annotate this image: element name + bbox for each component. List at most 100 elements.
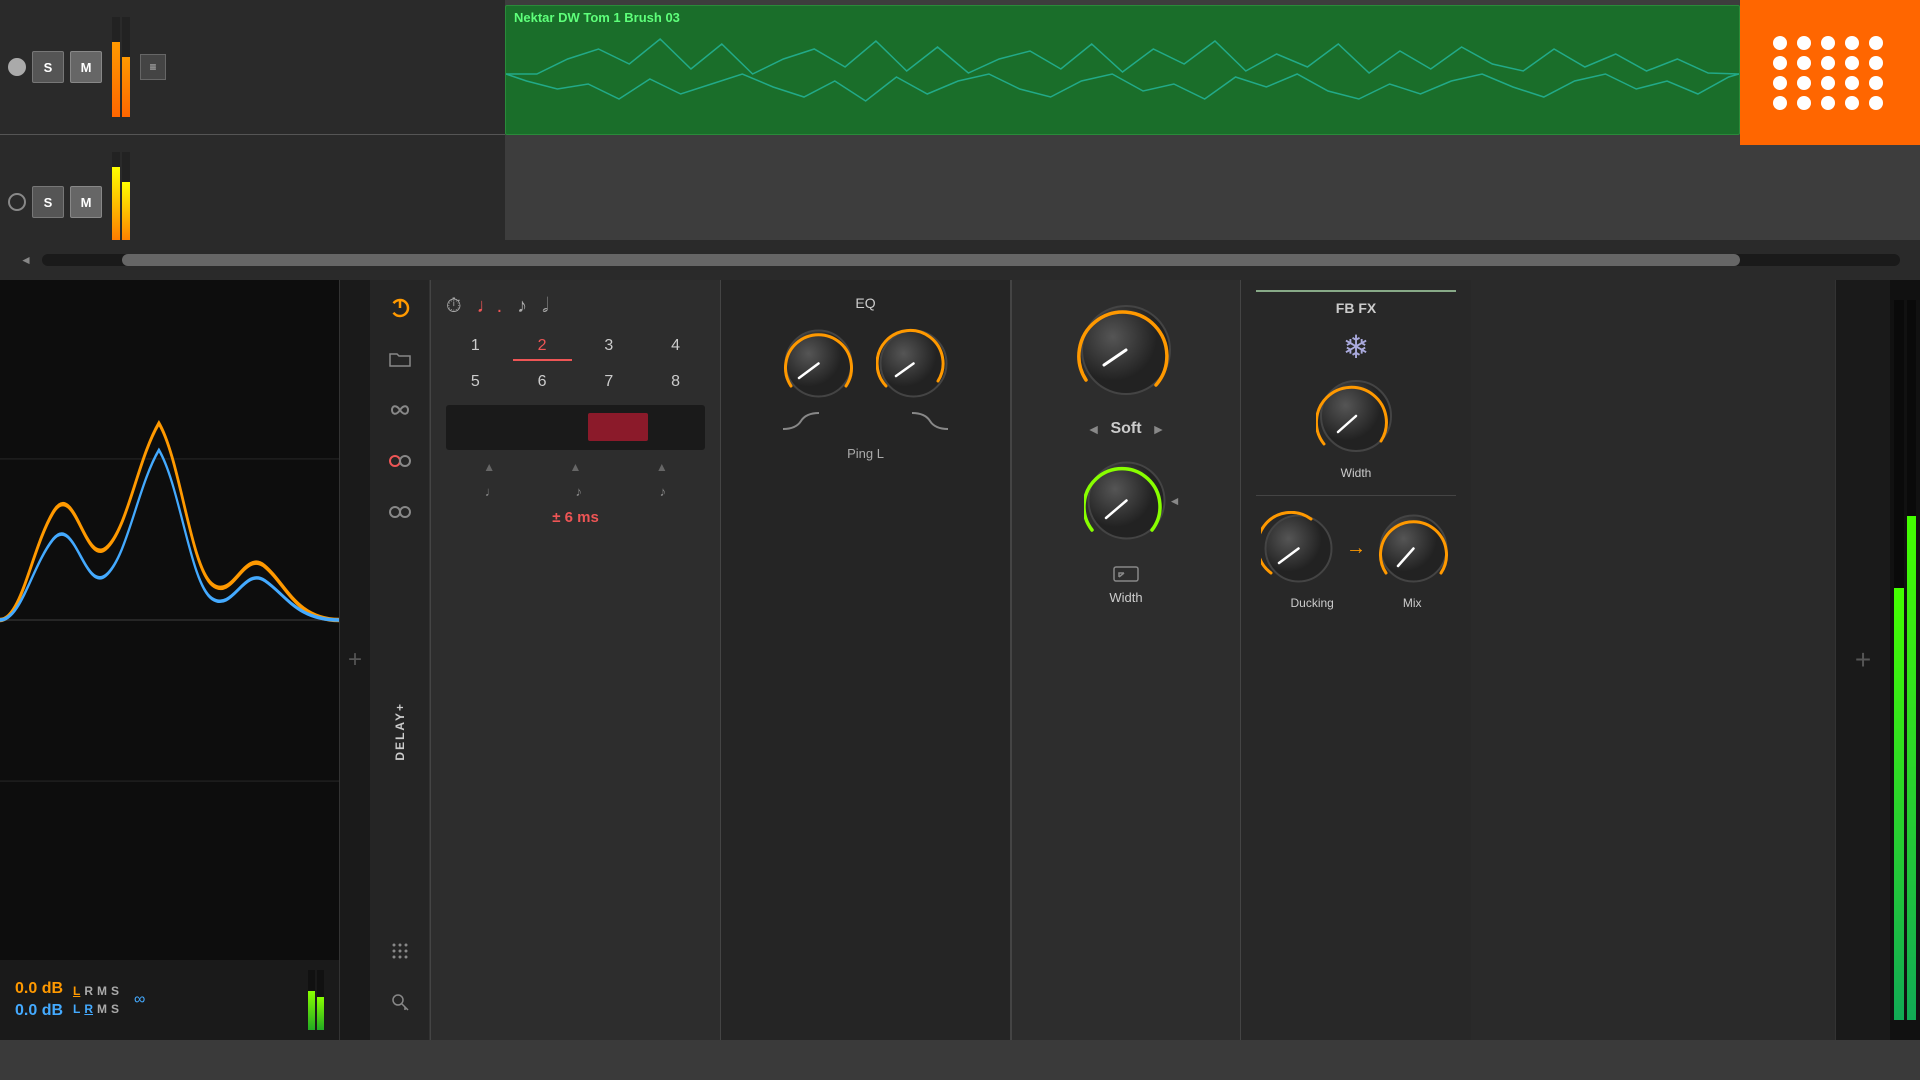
key-btn[interactable] [382, 984, 418, 1020]
plugin-strip-bottom [382, 933, 418, 1030]
track-list-icon-1[interactable]: ≡ [140, 54, 166, 80]
eq-knobs-container [736, 326, 995, 401]
track-content-area: Nektar DW Tom 1 Brush 03 [505, 0, 1920, 225]
soft-next-btn[interactable]: ► [1152, 421, 1166, 437]
scrollbar-thumb[interactable] [122, 254, 1740, 266]
mute-btn-1[interactable]: M [70, 51, 102, 83]
lr-controls: L R M S L R M S [73, 984, 119, 1016]
timing-num-2[interactable]: 2 [513, 333, 572, 361]
mute-btn-2[interactable]: M [70, 186, 102, 218]
lr-blue-s[interactable]: S [111, 1002, 119, 1016]
eq-low-knob[interactable] [781, 326, 856, 401]
timing-num-1[interactable]: 1 [446, 333, 505, 361]
mix-label: Mix [1403, 596, 1422, 610]
db-blue-value: 0.0 dB [15, 1002, 63, 1020]
lr-orange-l[interactable]: L [73, 984, 80, 998]
fbfx-width-knob[interactable] [1316, 376, 1396, 456]
delay-arrow-3: ▲ [656, 460, 668, 474]
ducking-knob[interactable] [1261, 511, 1336, 586]
lr-blue-m[interactable]: M [97, 1002, 107, 1016]
timing-clock-icon[interactable]: ⏱ [446, 295, 462, 318]
lr-row-orange: L R M S [73, 984, 119, 998]
grid-btn[interactable] [382, 933, 418, 969]
track-record-btn-2[interactable] [8, 193, 26, 211]
db-readout: 0.0 dB 0.0 dB [15, 980, 63, 1020]
subdiv-icon-3: ♪ [660, 484, 667, 499]
analyzer-display [0, 280, 339, 960]
timing-num-8[interactable]: 8 [646, 369, 705, 395]
channel-label: Ping L [736, 446, 995, 461]
timing-half-note-icon[interactable]: 𝅗𝅥 [542, 295, 548, 318]
track-row-1: S M ≡ [0, 0, 505, 135]
timing-num-5[interactable]: 5 [446, 369, 505, 395]
mix-knob[interactable] [1376, 511, 1451, 586]
right-meter-left [1894, 300, 1904, 1020]
mix-knob-svg [1376, 511, 1451, 586]
eq-low-knob-container [781, 326, 856, 401]
waveform-display [506, 29, 1739, 119]
right-meter-right-fill [1907, 516, 1917, 1020]
timing-num-4[interactable]: 4 [646, 333, 705, 361]
width-arrow-indicator: ◄ [1169, 494, 1181, 508]
lr-orange-m[interactable]: M [97, 984, 107, 998]
audio-clip-1[interactable]: Nektar DW Tom 1 Brush 03 [505, 5, 1740, 135]
plugin-name-label: DELAY+ [393, 702, 407, 761]
fbfx-header: FB FX [1256, 290, 1456, 318]
solo-btn-1[interactable]: S [32, 51, 64, 83]
side-meters [308, 970, 324, 1030]
add-panel-btn[interactable]: + [340, 280, 370, 1040]
soft-prev-btn[interactable]: ◄ [1087, 421, 1101, 437]
timing-num-6[interactable]: 6 [513, 369, 572, 395]
track-record-btn-1[interactable] [8, 58, 26, 76]
soft-knob-svg [1076, 300, 1176, 400]
freeze-btn[interactable]: ❄ [1343, 328, 1370, 366]
eq-high-knob[interactable] [876, 326, 951, 401]
divider [1256, 495, 1456, 496]
timing-note-dotted-icon[interactable]: ♩. [477, 295, 503, 318]
loop-btn[interactable] [382, 392, 418, 428]
scroll-left-btn[interactable]: ◄ [20, 253, 32, 267]
ducking-label: Ducking [1290, 596, 1333, 610]
timing-num-3[interactable]: 3 [580, 333, 639, 361]
record-btn[interactable] [382, 443, 418, 479]
lr-orange-s[interactable]: S [111, 984, 119, 998]
stereo-btn[interactable] [382, 494, 418, 530]
timing-quarter-note-icon[interactable]: ♪ [517, 295, 527, 318]
lr-orange-r[interactable]: R [84, 984, 93, 998]
left-meter-fill [308, 991, 315, 1030]
delay-arrow-2: ▲ [570, 460, 582, 474]
fbfx-width-label: Width [1341, 466, 1372, 480]
clip-title: Nektar DW Tom 1 Brush 03 [506, 6, 1739, 29]
right-add-btn[interactable]: + [1855, 644, 1871, 676]
lr-blue-r[interactable]: R [84, 1002, 93, 1016]
link-btn[interactable]: ∞ [134, 991, 145, 1009]
add-icon[interactable]: + [348, 646, 362, 674]
delay-arrow-1: ▲ [483, 460, 495, 474]
ducking-knob-svg [1261, 511, 1336, 586]
eq-high-curve-icon [910, 411, 950, 431]
timing-num-7[interactable]: 7 [580, 369, 639, 395]
delay-bar-fill [588, 413, 648, 441]
delay-bar-container[interactable] [446, 405, 705, 450]
eq-low-knob-svg [781, 326, 856, 401]
logo-dots-grid [1773, 36, 1887, 110]
track-meter-1 [112, 17, 130, 117]
brand-logo [1740, 0, 1920, 145]
subdiv-icon-1: ♩ [485, 484, 498, 499]
eq-curve-row [736, 411, 995, 431]
lr-blue-l[interactable]: L [73, 1002, 80, 1016]
feedback-icon [1112, 563, 1140, 585]
lr-row-blue: L R M S [73, 1002, 119, 1016]
ducking-row: → [1256, 511, 1456, 586]
solo-btn-2[interactable]: S [32, 186, 64, 218]
width-knob[interactable]: ◄ [1084, 458, 1169, 543]
soft-label: Soft [1110, 420, 1141, 438]
scrollbar-track[interactable] [42, 254, 1900, 266]
folder-btn[interactable] [382, 341, 418, 377]
soft-knob-large[interactable] [1076, 300, 1176, 400]
track-controls: S M ≡ S M [0, 0, 505, 280]
delay-ms-display[interactable]: ± 6 ms [446, 509, 705, 526]
analyzer-info: 0.0 dB 0.0 dB L R M S L R M S ∞ [0, 960, 339, 1040]
plugin-strip: DELAY+ [370, 280, 430, 1040]
power-btn[interactable] [382, 290, 418, 326]
